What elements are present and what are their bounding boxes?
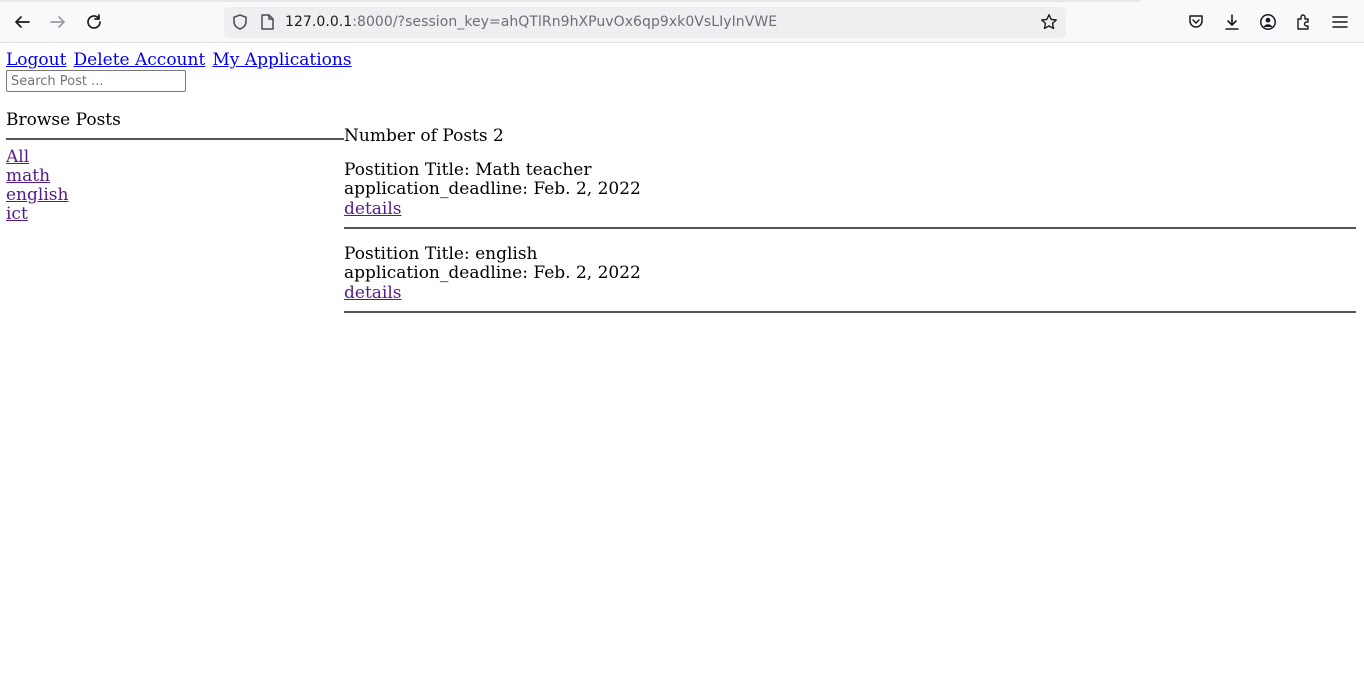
post-divider <box>344 311 1356 313</box>
post-item: Postition Title: Math teacher applicatio… <box>344 161 1356 229</box>
delete-account-link[interactable]: Delete Account <box>74 50 206 70</box>
post-details-link[interactable]: details <box>344 200 402 219</box>
page-icon[interactable] <box>258 13 276 31</box>
logout-link[interactable]: Logout <box>6 50 66 70</box>
sidebar-title: Browse Posts <box>6 110 121 130</box>
pocket-icon[interactable] <box>1182 8 1210 36</box>
reload-icon[interactable] <box>80 8 108 36</box>
category-link-math[interactable]: math <box>6 167 344 186</box>
post-list: Number of Posts 2 Postition Title: Math … <box>344 125 1356 313</box>
url-host: 127.0.0.1 <box>285 14 353 30</box>
post-details-link[interactable]: details <box>344 284 402 303</box>
post-count: Number of Posts 2 <box>344 126 504 146</box>
star-icon[interactable] <box>1040 13 1058 31</box>
back-icon[interactable] <box>8 8 36 36</box>
post-divider <box>344 227 1356 229</box>
category-link-ict[interactable]: ict <box>6 205 344 224</box>
post-title: Postition Title: Math teacher <box>344 160 592 180</box>
extensions-icon[interactable] <box>1290 8 1318 36</box>
my-applications-link[interactable]: My Applications <box>212 50 351 70</box>
download-icon[interactable] <box>1218 8 1246 36</box>
sidebar: Browse Posts All math english ict <box>6 109 344 224</box>
post-deadline: application_deadline: Feb. 2, 2022 <box>344 263 641 283</box>
menu-icon[interactable] <box>1326 8 1354 36</box>
account-icon[interactable] <box>1254 8 1282 36</box>
url-text: 127.0.0.1:8000/?session_key=ahQTlRn9hXPu… <box>285 14 777 31</box>
category-list: All math english ict <box>6 148 344 224</box>
post-item: Postition Title: english application_dea… <box>344 245 1356 313</box>
category-link-english[interactable]: english <box>6 186 344 205</box>
forward-icon[interactable] <box>44 8 72 36</box>
category-link-all[interactable]: All <box>6 148 344 167</box>
url-path: :8000/?session_key=ahQTlRn9hXPuvOx6qp9xk… <box>352 14 778 30</box>
tab-strip-edge <box>0 0 1140 2</box>
page-content: Logout Delete Account My Applications Br… <box>0 43 1364 690</box>
shield-icon[interactable] <box>231 13 249 31</box>
post-title: Postition Title: english <box>344 244 538 264</box>
post-deadline: application_deadline: Feb. 2, 2022 <box>344 179 641 199</box>
top-nav: Logout Delete Account My Applications <box>6 50 354 70</box>
browser-toolbar: 127.0.0.1:8000/?session_key=ahQTlRn9hXPu… <box>0 0 1364 43</box>
search-input[interactable] <box>6 70 186 92</box>
sidebar-divider <box>6 138 344 140</box>
url-bar[interactable]: 127.0.0.1:8000/?session_key=ahQTlRn9hXPu… <box>224 7 1066 38</box>
